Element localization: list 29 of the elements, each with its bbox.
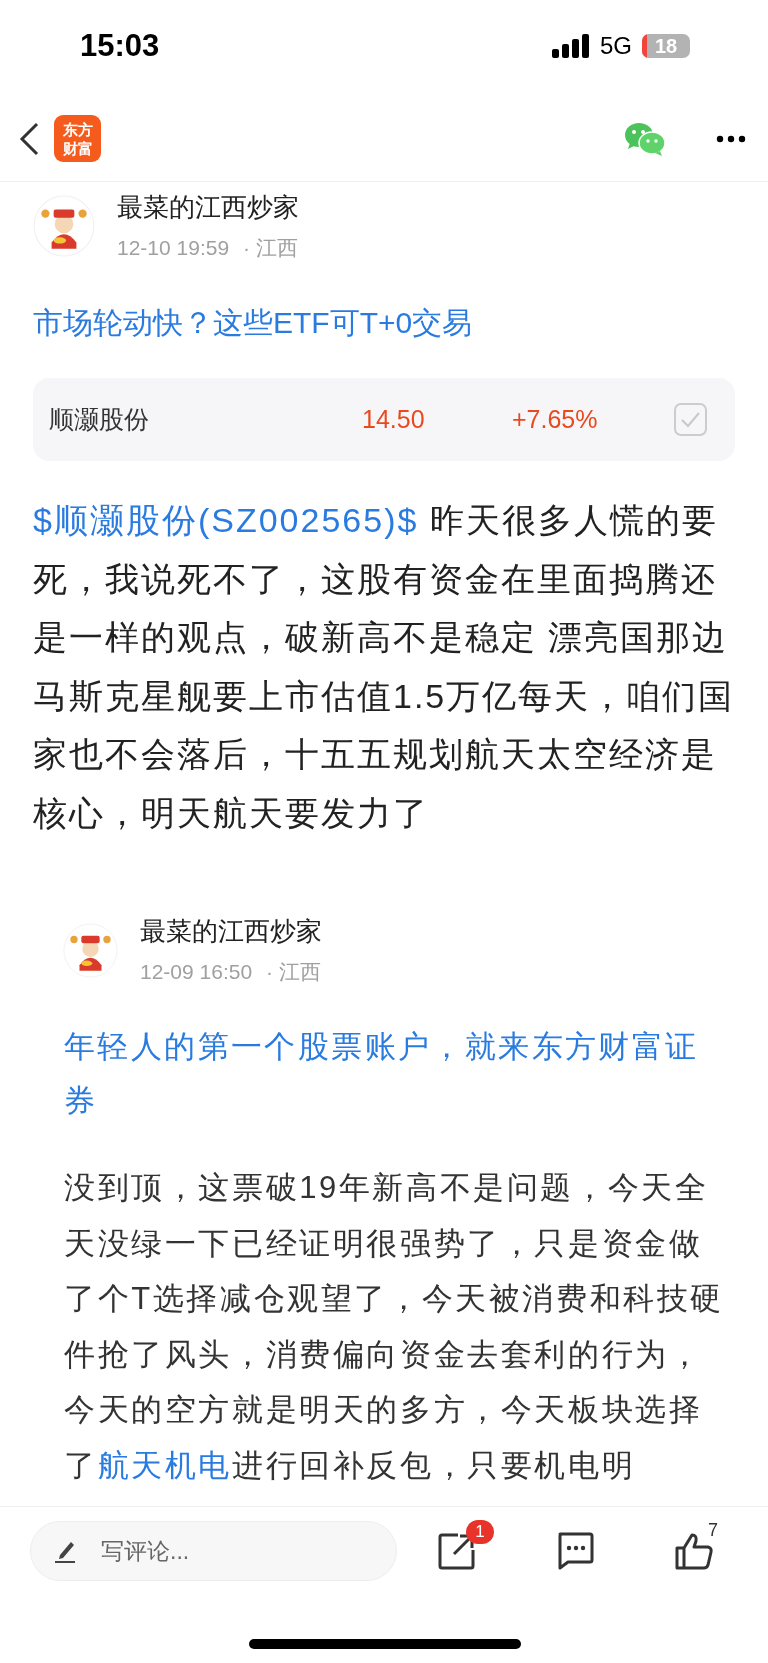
stock-card[interactable]: 顺灏股份 14.50 +7.65% <box>33 378 735 461</box>
comment-icon[interactable] <box>556 1532 594 1570</box>
stock-link[interactable]: 航天机电 <box>97 1447 232 1483</box>
article-title[interactable]: 市场轮动快？这些ETF可T+0交易 <box>33 302 735 344</box>
avatar-icon <box>63 922 118 978</box>
post-date: 12-10 19:59 · 江西 <box>117 235 299 261</box>
app-logo: 东方 财富 <box>54 115 101 162</box>
clock-time: 15:03 <box>80 28 160 64</box>
post-text: $顺灏股份(SZ002565)$ 昨天很多人慌的要死，我说死不了，这股有资金在里面捣腾还是一样的观点，破新高不是稳定 漂亮国那边马斯克星舰要上市估值1.5万亿每天，咱们国家也不会落后，十五五规划航天太空经济是核心，明天航天要发力了 <box>33 500 735 834</box>
post-date: 12-09 16:50 · 江西 <box>140 959 322 985</box>
notification-badge: 1 <box>466 1520 494 1544</box>
avatar-icon <box>33 195 95 257</box>
signal-icon <box>552 34 590 58</box>
article-title[interactable]: 年轻人的第一个股票账户，就来东方财富证券 <box>64 1020 720 1128</box>
stock-link[interactable]: $顺灏股份(SZ002565)$ <box>33 501 419 539</box>
like-count: 7 <box>708 1520 718 1541</box>
battery-icon: 18 <box>642 34 690 58</box>
comment-field[interactable]: 写评论... <box>30 1521 397 1581</box>
author-name[interactable]: 最菜的江西炒家 <box>140 914 322 949</box>
more-icon[interactable] <box>716 134 746 143</box>
share-icon[interactable] <box>438 1532 476 1570</box>
watchlist-checkbox[interactable] <box>674 403 707 436</box>
back-icon[interactable] <box>18 121 40 156</box>
stock-name: 顺灏股份 <box>49 404 150 435</box>
stock-price: 14.50 <box>362 405 426 434</box>
post-text: 没到顶，这票破19年新高不是问题，今天全天没绿一下已经证明很强势了，只是资金做了个T选择减仓观望了，今天被消费和科技硬件抢了风头，消费偏向资金去套利的行为，今天的空方就是明天的多方，今天板块选择了 航天机电进行回补反包，只要机电明 <box>64 1169 725 1485</box>
network-label: 5G <box>600 32 632 60</box>
author-name[interactable]: 最菜的江西炒家 <box>117 190 299 225</box>
stock-change: +7.65% <box>512 405 599 434</box>
